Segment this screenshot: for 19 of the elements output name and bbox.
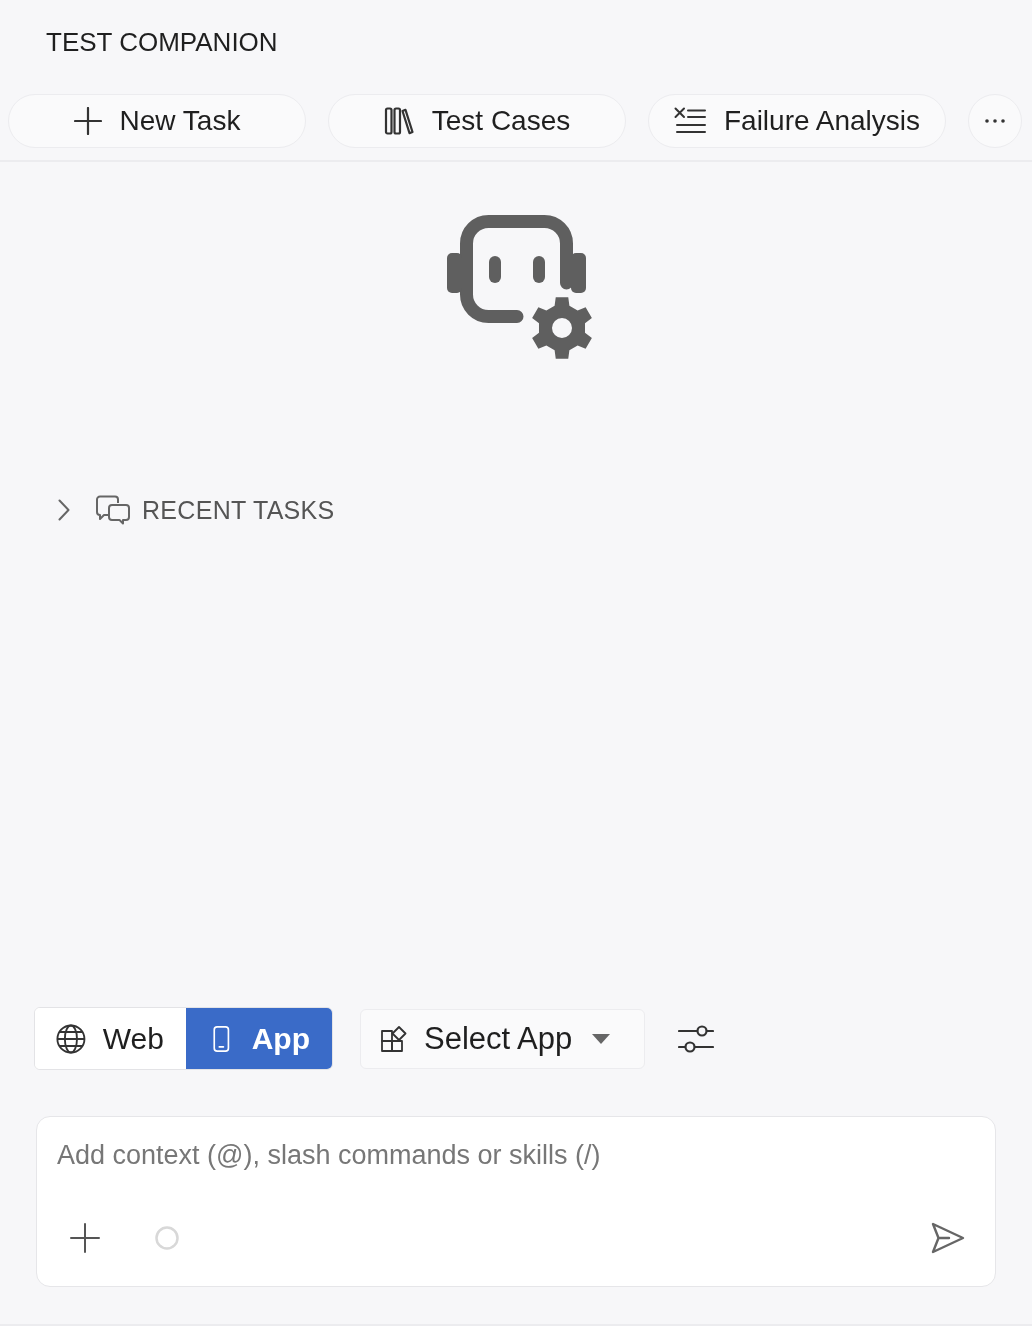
add-icon[interactable] [70, 1223, 100, 1253]
more-icon [985, 119, 1005, 123]
send-icon[interactable] [931, 1222, 965, 1254]
toolbar-action-button[interactable]: Failure Analysis [648, 94, 946, 148]
toolbar-action-button[interactable]: New Task [8, 94, 306, 148]
caret-icon [592, 1033, 611, 1044]
plus-icon [73, 107, 102, 135]
globe-icon [56, 1022, 86, 1055]
app-title: TEST COMPANION [46, 26, 278, 59]
sliders-icon[interactable] [678, 1022, 714, 1055]
toolbar-action-button[interactable]: Test Cases [328, 94, 626, 148]
recent-tasks-toggle[interactable]: RECENT TASKS [55, 490, 335, 530]
apps-icon [381, 1025, 407, 1052]
app-dropdown[interactable]: Select App [360, 1008, 645, 1069]
mode-tab[interactable]: App [186, 1008, 332, 1069]
chat-bubbles-icon [96, 495, 130, 525]
books-icon [383, 107, 414, 135]
message-input[interactable]: Add context (@), slash commands or skills (/) [57, 1137, 975, 1173]
cross-list-icon [673, 107, 706, 135]
